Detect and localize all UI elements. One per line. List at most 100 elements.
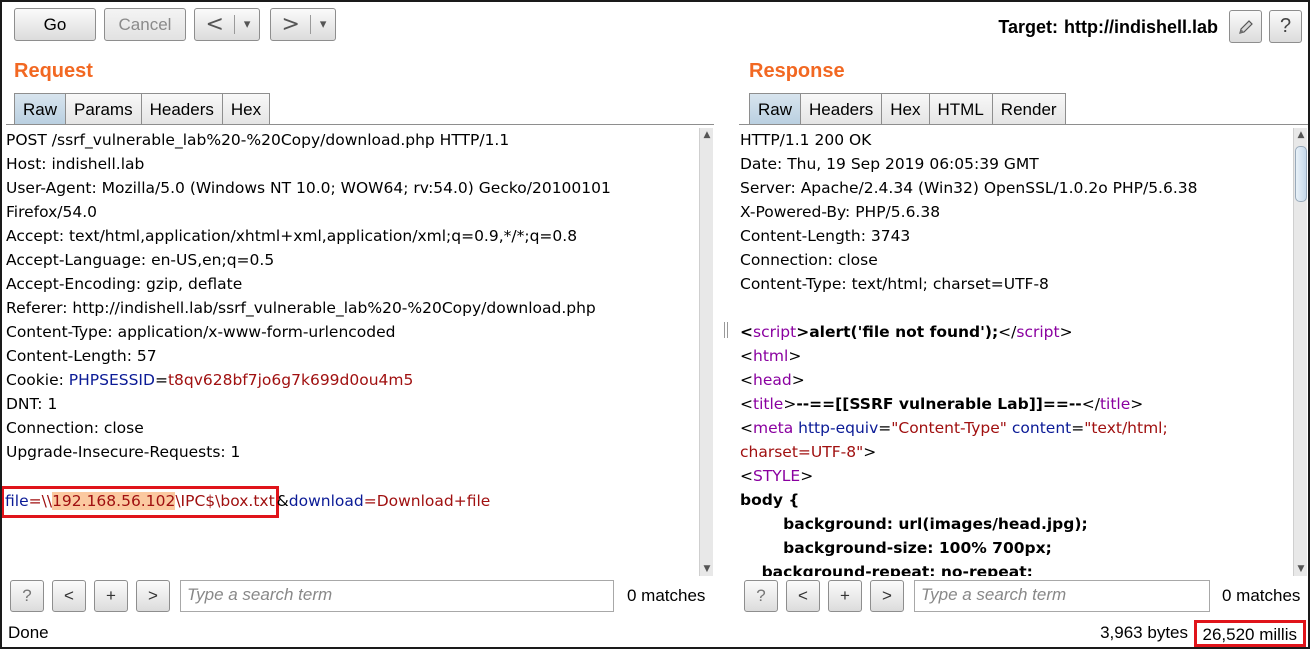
request-line: Accept-Encoding: gzip, deflate [6, 275, 243, 293]
go-button[interactable]: Go [14, 8, 96, 41]
scroll-thumb[interactable] [1295, 146, 1307, 202]
request-body-line: file=\\192.168.56.102\IPC$\box.txt &downl… [2, 486, 698, 518]
response-title-line: <title>--==[[SSRF vulnerable Lab]]==--</… [740, 395, 1144, 413]
request-tab-raw[interactable]: Raw [14, 93, 67, 125]
response-css-line: body { [740, 491, 800, 509]
request-search-matches: 0 matches [627, 586, 706, 605]
search-help-button[interactable]: ? [744, 580, 778, 612]
target-url: http://indishell.lab [1064, 17, 1218, 37]
status-text: Done [8, 623, 49, 642]
scroll-up-icon[interactable]: ▲ [700, 128, 714, 142]
param-eq: = [363, 492, 377, 510]
file-param-highlight-box: file=\\192.168.56.102\IPC$\box.txt [2, 486, 279, 518]
param-value-ip: 192.168.56.102 [52, 492, 176, 510]
search-help-button[interactable]: ? [10, 580, 44, 612]
response-scrollbar[interactable]: ▲ ▼ [1293, 128, 1307, 576]
request-line: Firefox/54.0 [6, 203, 98, 221]
response-tab-html[interactable]: HTML [928, 93, 993, 125]
response-size: 3,963 bytes [1100, 623, 1188, 642]
response-line: HTTP/1.1 200 OK [740, 131, 872, 149]
target-label: Target: [998, 17, 1058, 37]
search-next-button[interactable]: > [870, 580, 904, 612]
response-css-line: background-repeat: no-repeat; [740, 563, 1033, 576]
response-tab-hex[interactable]: Hex [881, 93, 930, 125]
cookie-label: Cookie: [6, 371, 69, 389]
param-value-prefix: \\ [41, 492, 53, 510]
cancel-button[interactable]: Cancel [104, 8, 186, 41]
scroll-up-icon[interactable]: ▲ [1294, 128, 1308, 142]
request-line: Connection: close [6, 419, 144, 437]
request-tab-hex[interactable]: Hex [221, 93, 271, 125]
search-prev-button[interactable]: < [786, 580, 820, 612]
request-line: Content-Type: application/x-www-form-url… [6, 323, 396, 341]
response-blank-line [736, 296, 1292, 320]
response-css-line: background-size: 100% 700px; [740, 539, 1052, 557]
search-prev-button[interactable]: < [52, 580, 86, 612]
response-css-line: background: url(images/head.jpg); [740, 515, 1088, 533]
request-line: Referer: http://indishell.lab/ssrf_vulne… [6, 299, 596, 317]
response-line: Server: Apache/2.4.34 (Win32) OpenSSL/1.… [740, 179, 1198, 197]
pencil-icon [1238, 19, 1253, 34]
request-search-input[interactable]: Type a search term [180, 580, 614, 612]
cookie-name: PHPSESSID [68, 371, 155, 389]
forward-button[interactable]: > ▾ [270, 8, 336, 41]
forward-history-dropdown-icon[interactable]: ▾ [311, 9, 335, 40]
param-value-download: Download+file [376, 492, 491, 510]
param-amp: & [276, 492, 289, 510]
back-arrow-icon: < [205, 12, 224, 37]
help-button[interactable]: ? [1269, 10, 1302, 43]
back-history-dropdown-icon[interactable]: ▾ [235, 9, 259, 40]
response-editor[interactable]: HTTP/1.1 200 OK Date: Thu, 19 Sep 2019 0… [736, 128, 1292, 576]
response-line: X-Powered-By: PHP/5.6.38 [740, 203, 941, 221]
response-tab-headers[interactable]: Headers [800, 93, 883, 125]
response-line: Content-Type: text/html; charset=UTF-8 [740, 275, 1049, 293]
target-display: Target: http://indishell.lab [998, 17, 1218, 38]
request-line: DNT: 1 [6, 395, 58, 413]
param-name-download: download [288, 492, 364, 510]
request-tab-params[interactable]: Params [65, 93, 142, 125]
response-html-line: <html> [740, 347, 802, 365]
forward-arrow-icon: > [281, 12, 300, 37]
scroll-down-icon[interactable]: ▼ [1294, 562, 1308, 576]
response-time: 26,520 millis [1193, 620, 1306, 647]
request-blank-line [2, 464, 698, 488]
response-script-line: <script>alert('file not found');</script… [740, 323, 1073, 341]
request-editor[interactable]: POST /ssrf_vulnerable_lab%20-%20Copy/dow… [2, 128, 698, 576]
request-cookie-line: Cookie: PHPSESSID=t8qv628bf7jo6g7k699d0o… [2, 368, 698, 392]
request-search-bar: ? < + > Type a search term 0 matches [2, 580, 722, 614]
request-line: Content-Length: 57 [6, 347, 157, 365]
response-line: Date: Thu, 19 Sep 2019 06:05:39 GMT [740, 155, 1039, 173]
back-button[interactable]: < ▾ [194, 8, 260, 41]
response-meta-line: <meta http-equiv="Content-Type" content=… [740, 419, 1168, 437]
request-tab-headers[interactable]: Headers [140, 93, 223, 125]
response-line: Content-Length: 3743 [740, 227, 911, 245]
request-tabs: Raw Params Headers Hex [14, 93, 271, 125]
request-line: Accept-Language: en-US,en;q=0.5 [6, 251, 275, 269]
response-tab-render[interactable]: Render [991, 93, 1066, 125]
cookie-eq: = [154, 371, 168, 389]
toolbar: Go Cancel < ▾ > ▾ Target: http://indishel… [2, 2, 1308, 52]
param-name-file: file [5, 492, 29, 510]
param-value-path: \IPC$\box.txt [175, 492, 275, 510]
search-add-button[interactable]: + [94, 580, 128, 612]
response-search-input[interactable]: Type a search term [914, 580, 1210, 612]
request-scrollbar[interactable]: ▲ ▼ [699, 128, 713, 576]
edit-target-button[interactable] [1229, 10, 1262, 43]
request-line: User-Agent: Mozilla/5.0 (Windows NT 10.0… [6, 179, 611, 197]
search-add-button[interactable]: + [828, 580, 862, 612]
status-bar: Done 3,963 bytes 26,520 millis [2, 620, 1308, 647]
response-tab-raw[interactable]: Raw [749, 93, 802, 125]
scroll-down-icon[interactable]: ▼ [700, 562, 714, 576]
cookie-value: t8qv628bf7jo6g7k699d0ou4m5 [167, 371, 414, 389]
request-line: POST /ssrf_vulnerable_lab%20-%20Copy/dow… [6, 131, 510, 149]
split-pane-handle[interactable] [724, 322, 728, 338]
response-title: Response [749, 60, 845, 82]
search-next-button[interactable]: > [136, 580, 170, 612]
response-tabs: Raw Headers Hex HTML Render [749, 93, 1066, 125]
response-line: Connection: close [740, 251, 878, 269]
response-search-matches: 0 matches [1222, 586, 1301, 605]
request-title: Request [14, 60, 93, 82]
request-line: Host: indishell.lab [6, 155, 145, 173]
response-search-bar: ? < + > Type a search term 0 matches [736, 580, 1308, 614]
param-eq: = [28, 492, 42, 510]
